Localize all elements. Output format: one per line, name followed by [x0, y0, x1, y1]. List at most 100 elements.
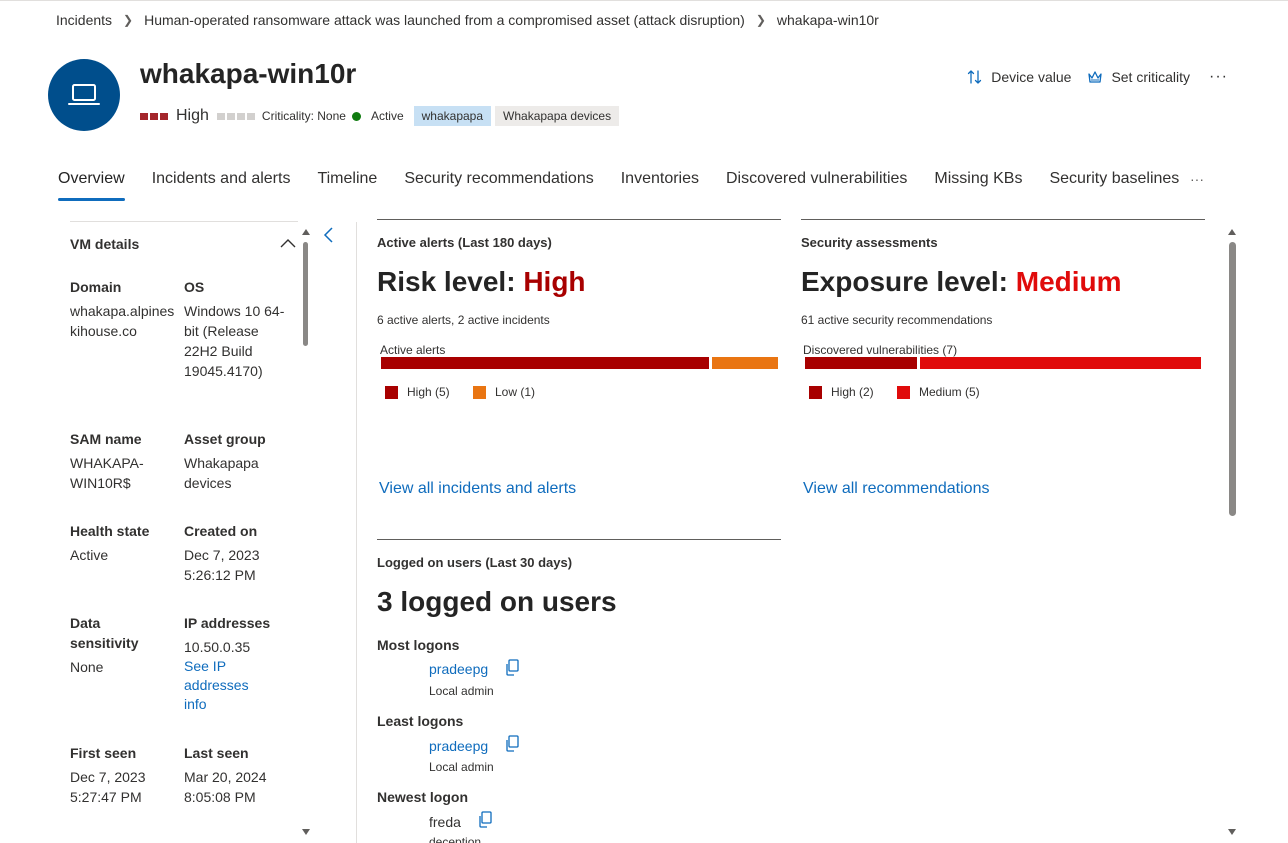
active-alerts-description: 6 active alerts, 2 active incidents — [377, 313, 550, 327]
legend-swatch — [473, 385, 486, 399]
tab-security-recommendations[interactable]: Security recommendations — [404, 170, 593, 198]
tab-bar: Overview Incidents and alerts Timeline S… — [58, 170, 1206, 201]
active-alerts-legend-item: Low (1) — [473, 385, 535, 399]
user-link-most-logons[interactable]: pradeepg — [429, 661, 488, 677]
sort-arrows-icon — [968, 70, 982, 84]
scroll-up-arrow-icon[interactable] — [302, 229, 310, 235]
see-ip-addresses-link[interactable]: See IP addresses info — [184, 657, 254, 714]
tag-whakapapa-devices[interactable]: Whakapapa devices — [495, 106, 620, 126]
active-alerts-bar-segment[interactable] — [712, 357, 778, 369]
active-alerts-legend-item: High (5) — [385, 385, 450, 399]
chevron-up-icon[interactable] — [280, 238, 296, 248]
severity-label: High — [176, 107, 209, 124]
more-actions-icon[interactable]: ··· — [1209, 68, 1228, 86]
tab-inventories[interactable]: Inventories — [621, 170, 699, 198]
card-divider — [377, 539, 781, 540]
security-assessments-description: 61 active security recommendations — [801, 313, 993, 327]
active-alerts-bar-segment[interactable] — [381, 357, 709, 369]
user-name-newest-logon: freda — [429, 814, 461, 830]
scroll-down-arrow-icon[interactable] — [1228, 829, 1236, 835]
status-dot-icon — [351, 111, 361, 121]
user-role: Local admin — [429, 684, 494, 698]
user-role: deception — [429, 835, 482, 843]
vulnerabilities-bar-segment[interactable] — [920, 357, 1201, 369]
tag-whakapapa[interactable]: whakapapa — [413, 106, 492, 126]
copy-icon[interactable] — [504, 659, 520, 677]
security-assessments-subtitle: Security assessments — [801, 235, 938, 250]
crown-icon — [1088, 71, 1103, 83]
avatar: P — [392, 747, 402, 763]
device-avatar — [48, 59, 120, 131]
set-criticality-button[interactable]: Set criticality — [1087, 69, 1190, 85]
avatar: F — [392, 823, 402, 839]
exposure-level-heading: Exposure level: Medium — [801, 266, 1122, 297]
breadcrumb: Incidents ❯ Human-operated ransomware at… — [56, 11, 879, 29]
top-border — [0, 0, 1288, 1]
device-meta: High Criticality: None Active whakapapa … — [140, 106, 623, 126]
user-link-least-logons[interactable]: pradeepg — [429, 738, 488, 754]
device-value-label: Device value — [991, 69, 1072, 85]
scroll-down-arrow-icon[interactable] — [302, 829, 310, 835]
field-health-state: Health state Active — [70, 523, 150, 563]
newest-logon-label: Newest logon — [377, 789, 469, 805]
active-alerts-subtitle: Active alerts (Last 180 days) — [377, 235, 552, 250]
view-all-recommendations-link[interactable]: View all recommendations — [803, 480, 989, 498]
vm-details-scroll-thumb[interactable] — [303, 242, 308, 346]
severity-indicator — [140, 112, 168, 120]
breadcrumb-incidents[interactable]: Incidents — [56, 12, 112, 28]
header-actions: Device value Set criticality ··· — [951, 68, 1228, 86]
legend-label: High (2) — [831, 385, 874, 399]
view-all-incidents-link[interactable]: View all incidents and alerts — [379, 480, 576, 498]
copy-icon[interactable] — [504, 735, 520, 753]
criticality-label: Criticality: None — [261, 109, 346, 123]
vm-details-panel: VM details Domain whakapa.alpineskihouse… — [70, 222, 298, 843]
legend-label: Low (1) — [495, 385, 536, 399]
vulnerabilities-legend-item: High (2) — [809, 385, 874, 399]
scroll-up-arrow-icon[interactable] — [1228, 229, 1236, 235]
tab-timeline[interactable]: Timeline — [317, 170, 377, 198]
tab-incidents-and-alerts[interactable]: Incidents and alerts — [152, 170, 291, 198]
most-logons-label: Most logons — [377, 637, 460, 653]
risk-level-heading: Risk level: High — [377, 266, 586, 297]
user-role: Local admin — [429, 760, 494, 774]
set-criticality-label: Set criticality — [1111, 69, 1191, 85]
page-title: whakapa-win10r — [140, 58, 357, 89]
main-scroll-thumb[interactable] — [1229, 242, 1236, 516]
vulnerabilities-bar-segment[interactable] — [805, 357, 917, 369]
field-first-seen: First seen Dec 7, 2023 5:27:47 PM — [70, 745, 146, 805]
field-asset-group: Asset group Whakapapa devices — [184, 431, 266, 491]
field-data-sensitivity: Data sensitivity None — [70, 615, 139, 675]
field-created-on: Created on Dec 7, 2023 5:26:12 PM — [184, 523, 260, 583]
tab-discovered-vulnerabilities[interactable]: Discovered vulnerabilities — [726, 170, 907, 198]
chevron-right-icon: ❯ — [123, 13, 134, 27]
tab-security-baselines[interactable]: Security baselines — [1049, 170, 1179, 198]
legend-swatch — [385, 385, 398, 399]
chevron-left-icon[interactable] — [322, 226, 336, 244]
tab-missing-kbs[interactable]: Missing KBs — [934, 170, 1022, 198]
legend-swatch — [809, 385, 822, 399]
panel-separator — [356, 222, 357, 843]
tab-overview[interactable]: Overview — [58, 170, 125, 201]
device-value-button[interactable]: Device value — [967, 69, 1071, 85]
legend-label: High (5) — [407, 385, 450, 399]
avatar: P — [392, 671, 402, 687]
legend-swatch — [897, 385, 910, 399]
legend-label: Medium (5) — [919, 385, 980, 399]
breadcrumb-incident[interactable]: Human-operated ransomware attack was lau… — [144, 12, 745, 28]
field-os: OS Windows 10 64-bit (Release 22H2 Build… — [184, 279, 285, 379]
laptop-icon — [68, 84, 100, 105]
breadcrumb-current: whakapa-win10r — [776, 12, 879, 28]
field-domain: Domain whakapa.alpineskihouse.co — [70, 279, 175, 339]
vulnerabilities-legend-item: Medium (5) — [897, 385, 980, 399]
chevron-right-icon: ❯ — [755, 13, 766, 27]
risk-level-value: High — [523, 266, 586, 297]
vulnerabilities-bar-label: Discovered vulnerabilities (7) — [803, 343, 958, 357]
tabs-overflow-icon[interactable]: ··· — [1190, 171, 1204, 187]
field-last-seen: Last seen Mar 20, 2024 8:05:08 PM — [184, 745, 267, 805]
copy-icon[interactable] — [477, 811, 493, 829]
vm-details-title: VM details — [70, 236, 140, 252]
card-divider — [377, 219, 781, 220]
exposure-level-value: Medium — [1015, 266, 1122, 297]
card-divider — [801, 219, 1205, 220]
vm-details-header[interactable]: VM details — [70, 236, 298, 256]
